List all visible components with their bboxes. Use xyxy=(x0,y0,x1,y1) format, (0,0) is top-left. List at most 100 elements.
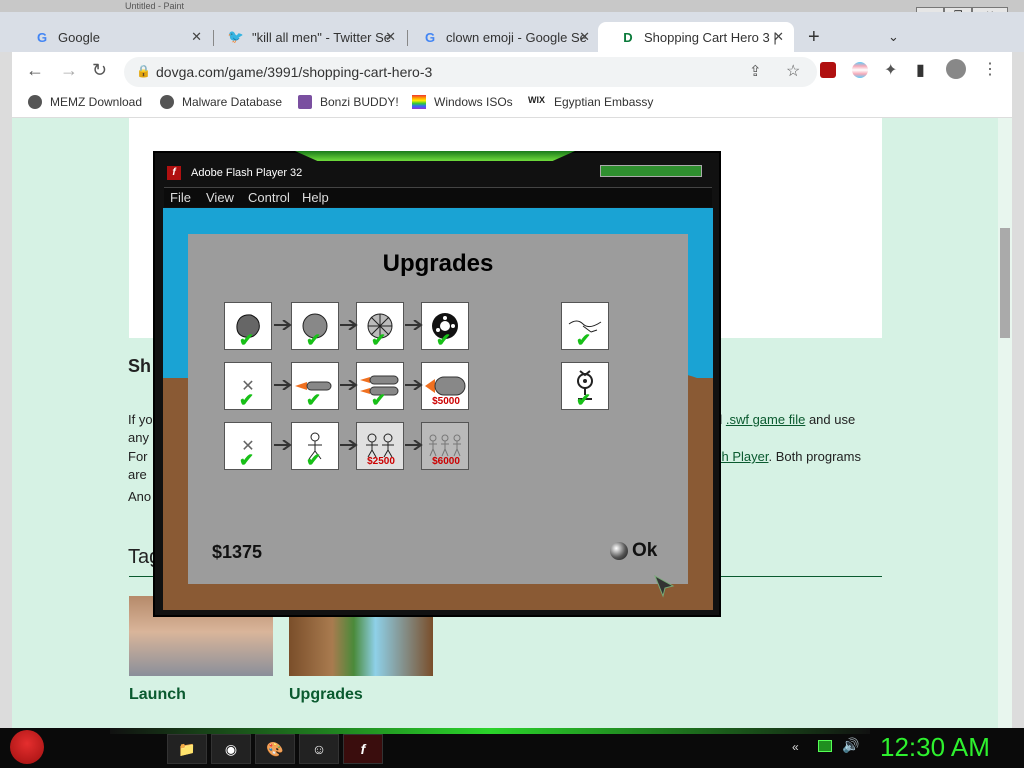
extensions-icon[interactable]: ✦ xyxy=(884,60,897,80)
purchased-check-icon: ✔ xyxy=(436,330,452,350)
tab-label: Google xyxy=(58,29,100,45)
paragraph-text: Ano xyxy=(128,489,152,504)
tab-label: "kill all men" - Twitter Se xyxy=(252,29,392,45)
arrow-icon xyxy=(405,440,423,450)
flash-window-title: Adobe Flash Player 32 xyxy=(191,167,303,179)
scrollbar-thumb[interactable] xyxy=(1000,228,1010,338)
upgrade-rocket-2[interactable]: ✔ xyxy=(356,362,404,410)
taskbar: 📁 ◉ 🎨 ☺ f « 🔊 12:30 AM xyxy=(0,728,1024,768)
bonzi-icon xyxy=(298,95,312,109)
upgrade-spoke-wheel[interactable]: ✔ xyxy=(356,302,404,350)
tray-chevron-icon[interactable]: « xyxy=(792,740,799,754)
file-explorer-icon[interactable]: 📁 xyxy=(167,734,207,764)
flash-icon: f xyxy=(167,166,181,180)
menu-control[interactable]: Control xyxy=(248,190,290,205)
tab-search-icon[interactable]: ⌄ xyxy=(880,22,910,52)
launch-caption[interactable]: Launch xyxy=(129,686,186,704)
paragraph-text-right: sh Player. Both programs xyxy=(715,449,861,464)
arrow-icon xyxy=(340,320,358,330)
bookmark-malware-db[interactable]: Malware Database xyxy=(160,95,282,109)
bookmarks-bar: MEMZ Download Malware Database Bonzi BUD… xyxy=(12,90,1012,118)
upgrades-caption[interactable]: Upgrades xyxy=(289,686,363,704)
globe-icon xyxy=(28,95,42,109)
close-tab-icon[interactable]: ✕ xyxy=(773,29,784,45)
tab-google[interactable]: G Google ✕ xyxy=(12,22,212,52)
flash-menubar: File View Control Help xyxy=(164,187,712,207)
volume-icon[interactable]: 🔊 xyxy=(842,737,859,754)
upgrade-price: $2500 xyxy=(367,456,395,467)
close-tab-icon[interactable]: ✕ xyxy=(385,29,396,45)
upgrade-friend-1[interactable]: ✔ xyxy=(291,422,339,470)
menu-file[interactable]: File xyxy=(170,190,191,205)
start-button-bird-icon[interactable] xyxy=(10,730,44,764)
cursor-icon xyxy=(654,574,675,598)
flash-player-link[interactable]: sh Player xyxy=(715,449,768,464)
page-scrollbar[interactable] xyxy=(998,118,1012,728)
flag-extension-icon[interactable] xyxy=(852,62,868,78)
side-panel-icon[interactable]: ▮ xyxy=(916,60,925,80)
ok-label: Ok xyxy=(632,540,658,561)
bookmark-windows-isos[interactable]: Windows ISOs xyxy=(412,95,513,109)
bookmark-star-icon[interactable]: ☆ xyxy=(786,61,800,81)
arrow-icon xyxy=(340,440,358,450)
purchased-check-icon: ✔ xyxy=(371,390,387,410)
bookmark-memz[interactable]: MEMZ Download xyxy=(28,95,142,109)
upgrade-stone-wheel[interactable]: ✔ xyxy=(291,302,339,350)
forward-icon[interactable]: → xyxy=(60,60,78,81)
menu-help[interactable]: Help xyxy=(302,190,329,205)
chrome-icon[interactable]: ◉ xyxy=(211,734,251,764)
back-icon[interactable]: ← xyxy=(26,60,44,81)
upgrades-title: Upgrades xyxy=(382,250,494,277)
upgrades-panel: Upgrades ✔ ✔ ✔ ✔ ✕ ✔ ✔ ✔ $5000 ✕ ✔ ✔ $2500… xyxy=(188,234,688,584)
browser-toolbar: ← → ↻ 🔒 dovga.com/game/3991/shopping-car… xyxy=(12,52,1012,90)
address-bar[interactable]: 🔒 dovga.com/game/3991/shopping-cart-hero… xyxy=(124,57,817,87)
menu-view[interactable]: View xyxy=(206,190,234,205)
upgrade-rocket-1[interactable]: ✔ xyxy=(291,362,339,410)
upgrade-friend-2[interactable]: $2500 xyxy=(356,422,404,470)
tab-shopping-cart-hero[interactable]: D Shopping Cart Hero 3 | ✕ xyxy=(598,22,794,52)
purchased-check-icon: ✔ xyxy=(306,450,322,470)
new-tab-button[interactable]: + xyxy=(800,22,834,52)
twitter-icon: 🐦 xyxy=(227,29,245,44)
app-icon[interactable]: ☺ xyxy=(299,734,339,764)
paragraph-text: are xyxy=(128,467,147,482)
tab-twitter[interactable]: 🐦 "kill all men" - Twitter Se ✕ xyxy=(206,22,406,52)
upgrade-price: $6000 xyxy=(432,456,460,467)
paragraph-text: For xyxy=(128,449,148,464)
upgrade-friend-3[interactable]: $6000 xyxy=(421,422,469,470)
upgrade-glider[interactable]: ✔ xyxy=(561,302,609,350)
paragraph-text: If yo xyxy=(128,412,153,427)
upgrade-rocket-3[interactable]: $5000 xyxy=(421,362,469,410)
purchased-check-icon: ✔ xyxy=(239,330,255,350)
bookmark-egyptian-embassy[interactable]: WIX Egyptian Embassy xyxy=(528,95,653,109)
network-icon[interactable] xyxy=(818,740,832,752)
swf-link[interactable]: .swf game file xyxy=(726,412,805,427)
reload-icon[interactable]: ↻ xyxy=(92,60,107,81)
ok-button[interactable]: Ok xyxy=(610,540,657,562)
close-tab-icon[interactable]: ✕ xyxy=(191,29,202,45)
upgrade-helper[interactable]: ✔ xyxy=(561,362,609,410)
menu-kebab-icon[interactable]: ⋮ xyxy=(982,59,998,79)
arrow-icon xyxy=(405,380,423,390)
upgrade-no-rocket[interactable]: ✕ ✔ xyxy=(224,362,272,410)
flash-taskbar-icon[interactable]: f xyxy=(343,734,383,764)
upgrade-rock-wheel[interactable]: ✔ xyxy=(224,302,272,350)
clock[interactable]: 12:30 AM xyxy=(880,732,990,763)
profile-avatar[interactable] xyxy=(946,59,966,79)
paint-icon[interactable]: 🎨 xyxy=(255,734,295,764)
share-icon[interactable]: ⇪ xyxy=(749,62,762,80)
purchased-check-icon: ✔ xyxy=(371,330,387,350)
bookmark-bonzi[interactable]: Bonzi BUDDY! xyxy=(298,95,399,109)
window-decoration xyxy=(295,151,575,161)
window-controls[interactable] xyxy=(600,165,702,177)
upgrade-tire-wheel[interactable]: ✔ xyxy=(421,302,469,350)
purchased-check-icon: ✔ xyxy=(306,390,322,410)
tab-clown-emoji[interactable]: G clown emoji - Google Se ✕ xyxy=(400,22,600,52)
paragraph-text-right: d .swf game file and use xyxy=(715,412,856,427)
ublock-extension-icon[interactable] xyxy=(820,62,836,78)
globe-icon xyxy=(160,95,174,109)
close-tab-icon[interactable]: ✕ xyxy=(579,29,590,45)
window-title: Untitled - Paint xyxy=(125,1,185,11)
tab-strip: G Google ✕ 🐦 "kill all men" - Twitter Se… xyxy=(0,12,1024,52)
upgrade-no-friend[interactable]: ✕ ✔ xyxy=(224,422,272,470)
